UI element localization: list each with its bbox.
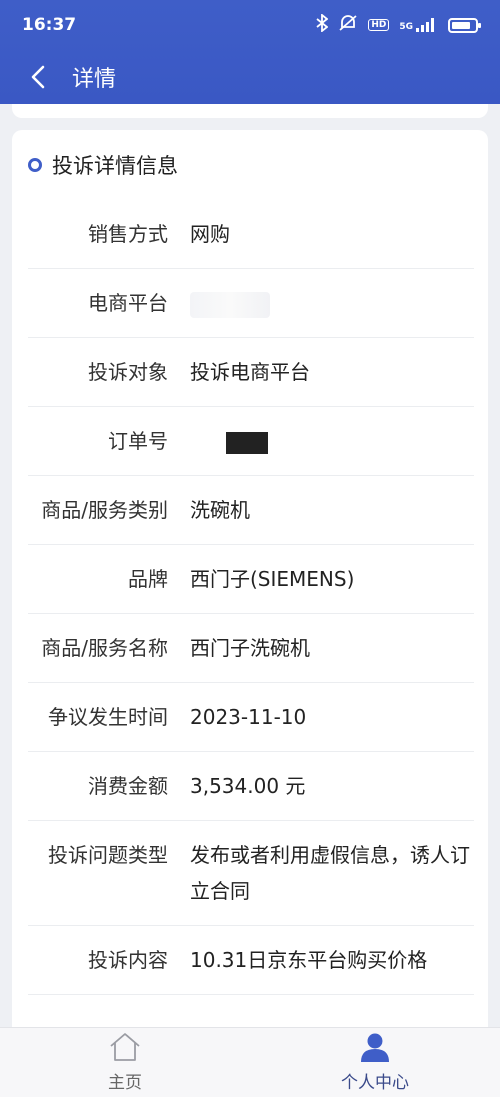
mute-icon — [338, 14, 358, 36]
row-label: 争议发生时间 — [48, 705, 168, 729]
tab-home-label: 主页 — [108, 1073, 142, 1093]
status-icons: HD 5G — [316, 13, 481, 36]
row-label: 销售方式 — [88, 222, 168, 246]
tab-home[interactable]: 主页 — [0, 1028, 250, 1097]
row-platform: 电商平台 — [28, 269, 474, 338]
back-arrow-icon[interactable] — [30, 63, 58, 91]
battery-icon — [448, 17, 481, 33]
hd-badge: HD — [368, 19, 390, 31]
row-issue-type: 投诉问题类型 发布或者利用虚假信息，诱人订立合同 — [28, 821, 474, 926]
row-label: 投诉问题类型 — [48, 843, 168, 867]
bluetooth-icon — [316, 13, 329, 36]
row-complaint-target: 投诉对象 投诉电商平台 — [28, 338, 474, 407]
row-value: 投诉电商平台 — [190, 360, 310, 384]
nav-bar: 详情 — [0, 50, 500, 104]
row-label: 消费金额 — [88, 774, 168, 798]
section-header: 投诉详情信息 — [12, 130, 488, 200]
row-label: 商品/服务名称 — [41, 636, 168, 660]
page-title: 详情 — [72, 67, 117, 92]
section-dot-icon — [28, 158, 42, 172]
row-value: 10.31日京东平台购买价格 — [190, 948, 428, 972]
row-sales-method: 销售方式 网购 — [28, 200, 474, 269]
row-value: 西门子洗碗机 — [190, 636, 310, 660]
previous-card — [12, 104, 488, 118]
row-amount: 消费金额 3,534.00 元 — [28, 752, 474, 821]
redacted-block — [226, 431, 268, 454]
row-brand: 品牌 西门子(SIEMENS) — [28, 545, 474, 614]
section-title: 投诉详情信息 — [52, 154, 178, 178]
row-product-name: 商品/服务名称 西门子洗碗机 — [28, 614, 474, 683]
tab-profile[interactable]: 个人中心 — [250, 1028, 500, 1097]
row-label: 投诉内容 — [88, 948, 168, 972]
signal-icon: 5G — [399, 18, 438, 32]
row-complaint-content: 投诉内容 10.31日京东平台购买价格 — [28, 926, 474, 995]
row-label: 商品/服务类别 — [41, 498, 168, 522]
row-value: 3,534.00 元 — [190, 774, 306, 798]
row-value-redacted — [168, 423, 474, 459]
complaint-detail-card: 投诉详情信息 销售方式 网购 电商平台 投诉对象 投诉电商平台 订单号 商品/服… — [12, 130, 488, 1027]
row-category: 商品/服务类别 洗碗机 — [28, 476, 474, 545]
header: 16:37 HD 5G 详情 — [0, 0, 500, 104]
status-bar: 16:37 HD 5G — [0, 0, 500, 50]
content-area[interactable]: 投诉详情信息 销售方式 网购 电商平台 投诉对象 投诉电商平台 订单号 商品/服… — [0, 104, 500, 1027]
row-label: 投诉对象 — [88, 360, 168, 384]
row-label: 电商平台 — [88, 291, 168, 315]
row-dispute-time: 争议发生时间 2023-11-10 — [28, 683, 474, 752]
row-value: 网购 — [190, 222, 230, 246]
row-value: 西门子(SIEMENS) — [190, 567, 355, 591]
row-value: 2023-11-10 — [190, 705, 307, 729]
tab-profile-label: 个人中心 — [341, 1073, 409, 1093]
user-icon — [358, 1032, 392, 1066]
row-label: 品牌 — [128, 567, 168, 591]
network-type: 5G — [399, 22, 413, 32]
redacted-blur — [190, 291, 270, 318]
row-order-number: 订单号 — [28, 407, 474, 476]
row-value: 发布或者利用虚假信息，诱人订立合同 — [190, 843, 470, 903]
row-label: 订单号 — [108, 429, 168, 453]
row-value-redacted — [168, 285, 474, 321]
status-time: 16:37 — [22, 15, 77, 35]
bottom-tab-bar: 主页 个人中心 — [0, 1027, 500, 1097]
home-icon — [108, 1032, 142, 1066]
row-value: 洗碗机 — [190, 498, 250, 522]
